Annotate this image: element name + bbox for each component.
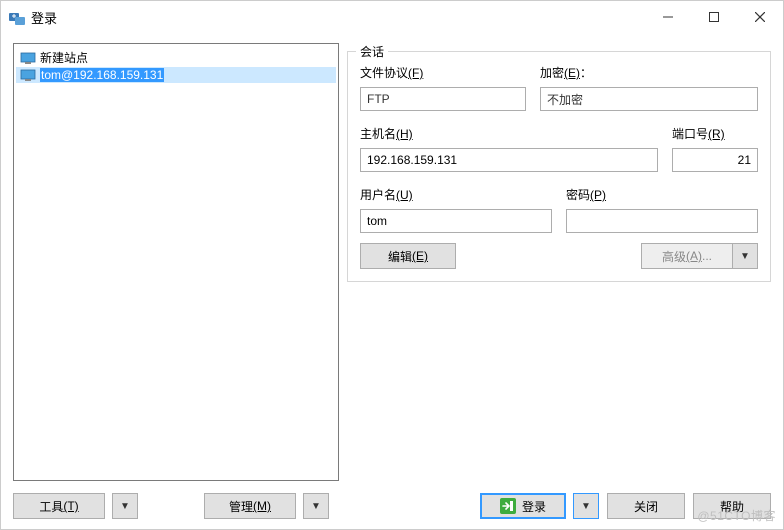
window-controls xyxy=(645,1,783,33)
session-group: 会话 文件协议(F) 加密(E)： FTP 不加密 主机名(H) xyxy=(347,51,771,282)
tools-button[interactable]: 工具(T) xyxy=(13,493,105,519)
window-title: 登录 xyxy=(31,8,57,27)
maximize-button[interactable] xyxy=(691,1,737,33)
login-button[interactable]: 登录 xyxy=(480,493,566,519)
minimize-button[interactable] xyxy=(645,1,691,33)
password-input[interactable] xyxy=(566,209,758,233)
login-dropdown[interactable]: ▼ xyxy=(573,493,599,519)
close-button[interactable] xyxy=(737,1,783,33)
titlebar: 登录 xyxy=(1,1,783,33)
manage-dropdown[interactable]: ▼ xyxy=(303,493,329,519)
watermark: @51CTO博客 xyxy=(697,507,776,524)
encryption-value[interactable]: 不加密 xyxy=(540,87,758,111)
site-label: 新建站点 xyxy=(40,49,88,66)
protocol-label: 文件协议(F) xyxy=(360,64,526,81)
encryption-label: 加密(E)： xyxy=(540,64,758,81)
username-input[interactable] xyxy=(360,209,552,233)
port-input[interactable] xyxy=(672,148,758,172)
app-icon xyxy=(9,9,25,25)
tools-dropdown[interactable]: ▼ xyxy=(112,493,138,519)
advanced-button[interactable]: 高级(A)... xyxy=(641,243,733,269)
manage-button[interactable]: 管理(M) xyxy=(204,493,296,519)
site-list[interactable]: 新建站点 tom@192.168.159.131 xyxy=(13,43,339,481)
bottom-bar: 工具(T) ▼ 管理(M) ▼ 登录 ▼ 关闭 帮助 xyxy=(1,487,783,529)
login-icon xyxy=(500,498,516,514)
site-item-tom[interactable]: tom@192.168.159.131 xyxy=(16,67,336,83)
host-label: 主机名(H) xyxy=(360,125,658,142)
monitor-icon xyxy=(20,69,36,81)
login-window: 登录 新建站点 xyxy=(0,0,784,530)
password-label: 密码(P) xyxy=(566,186,758,203)
advanced-dropdown[interactable]: ▼ xyxy=(732,243,758,269)
username-label: 用户名(U) xyxy=(360,186,552,203)
sites-panel: 新建站点 tom@192.168.159.131 xyxy=(13,43,339,481)
site-item-new[interactable]: 新建站点 xyxy=(16,48,336,67)
protocol-value[interactable]: FTP xyxy=(360,87,526,111)
site-label: tom@192.168.159.131 xyxy=(40,68,164,82)
session-legend: 会话 xyxy=(356,43,388,60)
session-panel: 会话 文件协议(F) 加密(E)： FTP 不加密 主机名(H) xyxy=(347,43,771,481)
host-input[interactable] xyxy=(360,148,658,172)
monitor-icon xyxy=(20,52,36,64)
edit-button[interactable]: 编辑(E) xyxy=(360,243,456,269)
port-label: 端口号(R) xyxy=(672,125,758,142)
close-dialog-button[interactable]: 关闭 xyxy=(607,493,685,519)
